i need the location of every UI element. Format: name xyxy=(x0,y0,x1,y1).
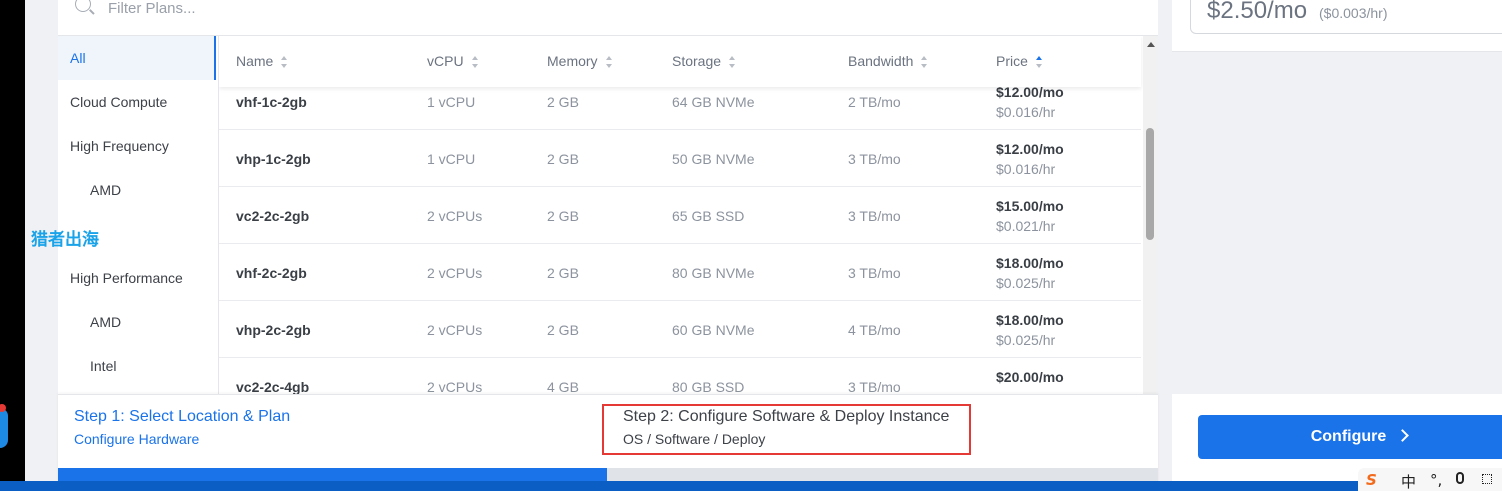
ime-toolbar: S 中 °, xyxy=(1358,468,1502,491)
sidebar-item-high-performance-amd[interactable]: AMD xyxy=(58,300,216,344)
plan-memory: 2 GB xyxy=(547,208,579,224)
plan-vcpu: 2 vCPUs xyxy=(427,322,483,338)
taskbar xyxy=(0,481,1502,491)
sidebar-item-high-frequency[interactable]: High Frequency xyxy=(58,124,216,168)
plan-price-monthly: $20.00/mo xyxy=(996,369,1064,385)
table-row[interactable]: vhp-2c-2gb 2 vCPUs 2 GB 60 GB NVMe 4 TB/… xyxy=(219,301,1141,358)
scrollbar-thumb[interactable] xyxy=(1146,128,1154,240)
plan-price-monthly: $18.00/mo xyxy=(996,255,1064,271)
sidebar-item-high-frequency-amd[interactable]: AMD xyxy=(58,168,216,212)
table-header: Name vCPU Memory Storage Bandwidth Price xyxy=(219,36,1141,87)
microphone-icon[interactable] xyxy=(1456,472,1464,484)
filter-plans-input[interactable] xyxy=(108,0,708,19)
column-header-vcpu[interactable]: vCPU xyxy=(427,53,478,69)
keyboard-grid-icon[interactable] xyxy=(1482,474,1492,484)
summary-price-hourly: ($0.003/hr) xyxy=(1319,5,1388,21)
plan-category-sidebar: All Cloud Compute High Frequency AMD Hig… xyxy=(58,36,219,394)
sidebar-item-all[interactable]: All xyxy=(58,36,216,80)
plan-price-monthly: $15.00/mo xyxy=(996,198,1064,214)
sidebar-item-cloud-compute[interactable]: Cloud Compute xyxy=(58,80,216,124)
sort-icon xyxy=(605,56,612,69)
plan-memory: 4 GB xyxy=(547,379,579,394)
plan-price-hourly: $0.025/hr xyxy=(996,275,1056,291)
plan-name: vc2-2c-4gb xyxy=(236,379,310,394)
plan-vcpu: 1 vCPU xyxy=(427,151,476,167)
plan-bandwidth: 3 TB/mo xyxy=(848,208,901,224)
table-row[interactable]: vc2-2c-2gb 2 vCPUs 2 GB 65 GB SSD 3 TB/m… xyxy=(219,187,1141,244)
plan-storage: 80 GB SSD xyxy=(672,379,745,394)
floating-app-badge[interactable] xyxy=(0,408,8,448)
plan-bandwidth: 3 TB/mo xyxy=(848,151,901,167)
plan-name: vhp-2c-2gb xyxy=(236,322,311,338)
plan-storage: 80 GB NVMe xyxy=(672,265,755,281)
sort-icon xyxy=(471,56,478,69)
ime-language-toggle[interactable]: 中 xyxy=(1401,471,1416,491)
ime-punctuation-toggle[interactable]: °, xyxy=(1430,471,1442,489)
watermark-logo: 猎者出海 xyxy=(31,230,99,250)
plan-vcpu: 2 vCPUs xyxy=(427,379,483,394)
table-row[interactable]: vhp-1c-2gb 1 vCPU 2 GB 50 GB NVMe 3 TB/m… xyxy=(219,130,1141,187)
column-header-memory[interactable]: Memory xyxy=(547,53,612,69)
summary-price-monthly: $2.50/mo xyxy=(1207,0,1308,24)
plan-name: vc2-2c-2gb xyxy=(236,208,310,224)
plan-name: vhf-1c-2gb xyxy=(236,94,307,110)
plan-storage: 60 GB NVMe xyxy=(672,322,755,338)
sort-icon xyxy=(281,56,288,69)
plan-bandwidth: 3 TB/mo xyxy=(848,265,901,281)
steps-progress-fill xyxy=(58,468,607,481)
chevron-right-icon xyxy=(1396,429,1410,442)
plan-price-monthly: $18.00/mo xyxy=(996,312,1064,328)
column-header-bandwidth[interactable]: Bandwidth xyxy=(848,53,928,69)
step1-subtitle: Configure Hardware xyxy=(74,431,200,447)
plan-vcpu: 1 vCPU xyxy=(427,94,476,110)
plan-bandwidth: 4 TB/mo xyxy=(848,322,901,338)
plan-bandwidth: 2 TB/mo xyxy=(848,94,901,110)
sidebar-item-high-performance[interactable]: High Performance xyxy=(58,256,216,300)
step2-title[interactable]: Step 2: Configure Software & Deploy Inst… xyxy=(623,408,949,426)
plan-storage: 64 GB NVMe xyxy=(672,94,755,110)
step2-subtitle: OS / Software / Deploy xyxy=(623,431,766,447)
plan-price-hourly: $0.016/hr xyxy=(996,161,1056,177)
plan-price-hourly: $0.016/hr xyxy=(996,104,1056,120)
plan-storage: 50 GB NVMe xyxy=(672,151,755,167)
plan-memory: 2 GB xyxy=(547,151,579,167)
configure-button[interactable]: Configure xyxy=(1198,415,1502,459)
column-header-price[interactable]: Price xyxy=(996,53,1042,69)
sogou-ime-icon[interactable]: S xyxy=(1366,471,1377,489)
column-header-storage[interactable]: Storage xyxy=(672,53,736,69)
plan-memory: 2 GB xyxy=(547,94,579,110)
plan-storage: 65 GB SSD xyxy=(672,208,745,224)
plan-memory: 2 GB xyxy=(547,265,579,281)
plan-bandwidth: 3 TB/mo xyxy=(848,379,901,394)
step1-title[interactable]: Step 1: Select Location & Plan xyxy=(74,408,290,426)
plan-vcpu: 2 vCPUs xyxy=(427,265,483,281)
plan-name: vhf-2c-2gb xyxy=(236,265,307,281)
sort-ascending-icon xyxy=(1035,56,1042,69)
table-row[interactable]: vhf-2c-2gb 2 vCPUs 2 GB 80 GB NVMe 3 TB/… xyxy=(219,244,1141,301)
sort-icon xyxy=(729,56,736,69)
plan-price-monthly: $12.00/mo xyxy=(996,141,1064,157)
plan-memory: 2 GB xyxy=(547,322,579,338)
plan-vcpu: 2 vCPUs xyxy=(427,208,483,224)
table-row[interactable]: vc2-2c-4gb 2 vCPUs 4 GB 80 GB SSD 3 TB/m… xyxy=(219,358,1141,394)
plans-table: Name vCPU Memory Storage Bandwidth Price… xyxy=(219,36,1143,394)
plan-name: vhp-1c-2gb xyxy=(236,151,311,167)
sidebar-item-high-performance-intel[interactable]: Intel xyxy=(58,344,216,388)
sort-icon xyxy=(921,56,928,69)
column-header-name[interactable]: Name xyxy=(236,53,288,69)
plan-price-hourly: $0.021/hr xyxy=(996,218,1056,234)
scroll-up-icon[interactable] xyxy=(1147,42,1155,47)
plan-price-hourly: $0.025/hr xyxy=(996,332,1056,348)
search-icon xyxy=(75,0,91,12)
